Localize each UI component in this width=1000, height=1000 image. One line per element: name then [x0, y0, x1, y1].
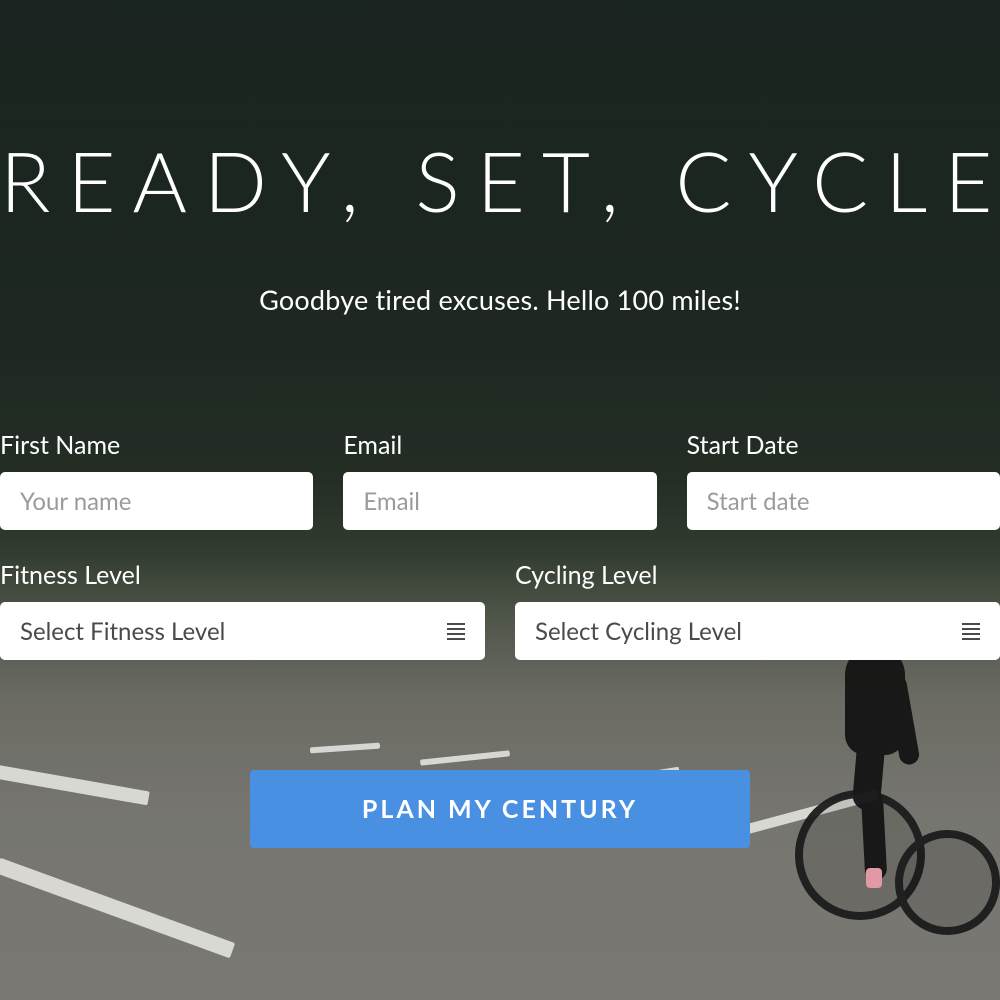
start-date-input[interactable] — [687, 472, 1000, 530]
page-subhead: Goodbye tired excuses. Hello 100 miles! — [0, 283, 1000, 316]
start-date-field-group: Start Date — [687, 430, 1000, 530]
cycling-level-select[interactable]: Select Cycling Level — [515, 602, 1000, 660]
submit-row: PLAN MY CENTURY — [0, 770, 1000, 848]
fitness-level-select[interactable]: Select Fitness Level — [0, 602, 485, 660]
fitness-level-field-group: Fitness Level Select Fitness Level — [0, 560, 485, 660]
menu-icon — [962, 623, 980, 640]
plan-my-century-button[interactable]: PLAN MY CENTURY — [250, 770, 750, 848]
cycling-level-field-group: Cycling Level Select Cycling Level — [515, 560, 1000, 660]
email-label: Email — [343, 430, 656, 460]
email-input[interactable] — [343, 472, 656, 530]
first-name-label: First Name — [0, 430, 313, 460]
email-field-group: Email — [343, 430, 656, 530]
hero-section: READY, SET, CYCLE! Goodbye tired excuses… — [0, 0, 1000, 1000]
fitness-level-selected-text: Select Fitness Level — [20, 617, 225, 646]
cycling-level-selected-text: Select Cycling Level — [535, 617, 742, 646]
cycling-level-label: Cycling Level — [515, 560, 1000, 590]
start-date-label: Start Date — [687, 430, 1000, 460]
menu-icon — [447, 623, 465, 640]
first-name-input[interactable] — [0, 472, 313, 530]
page-headline: READY, SET, CYCLE! — [0, 130, 1000, 230]
fitness-level-label: Fitness Level — [0, 560, 485, 590]
first-name-field-group: First Name — [0, 430, 313, 530]
signup-form: First Name Email Start Date Fitness Leve… — [0, 430, 1000, 660]
